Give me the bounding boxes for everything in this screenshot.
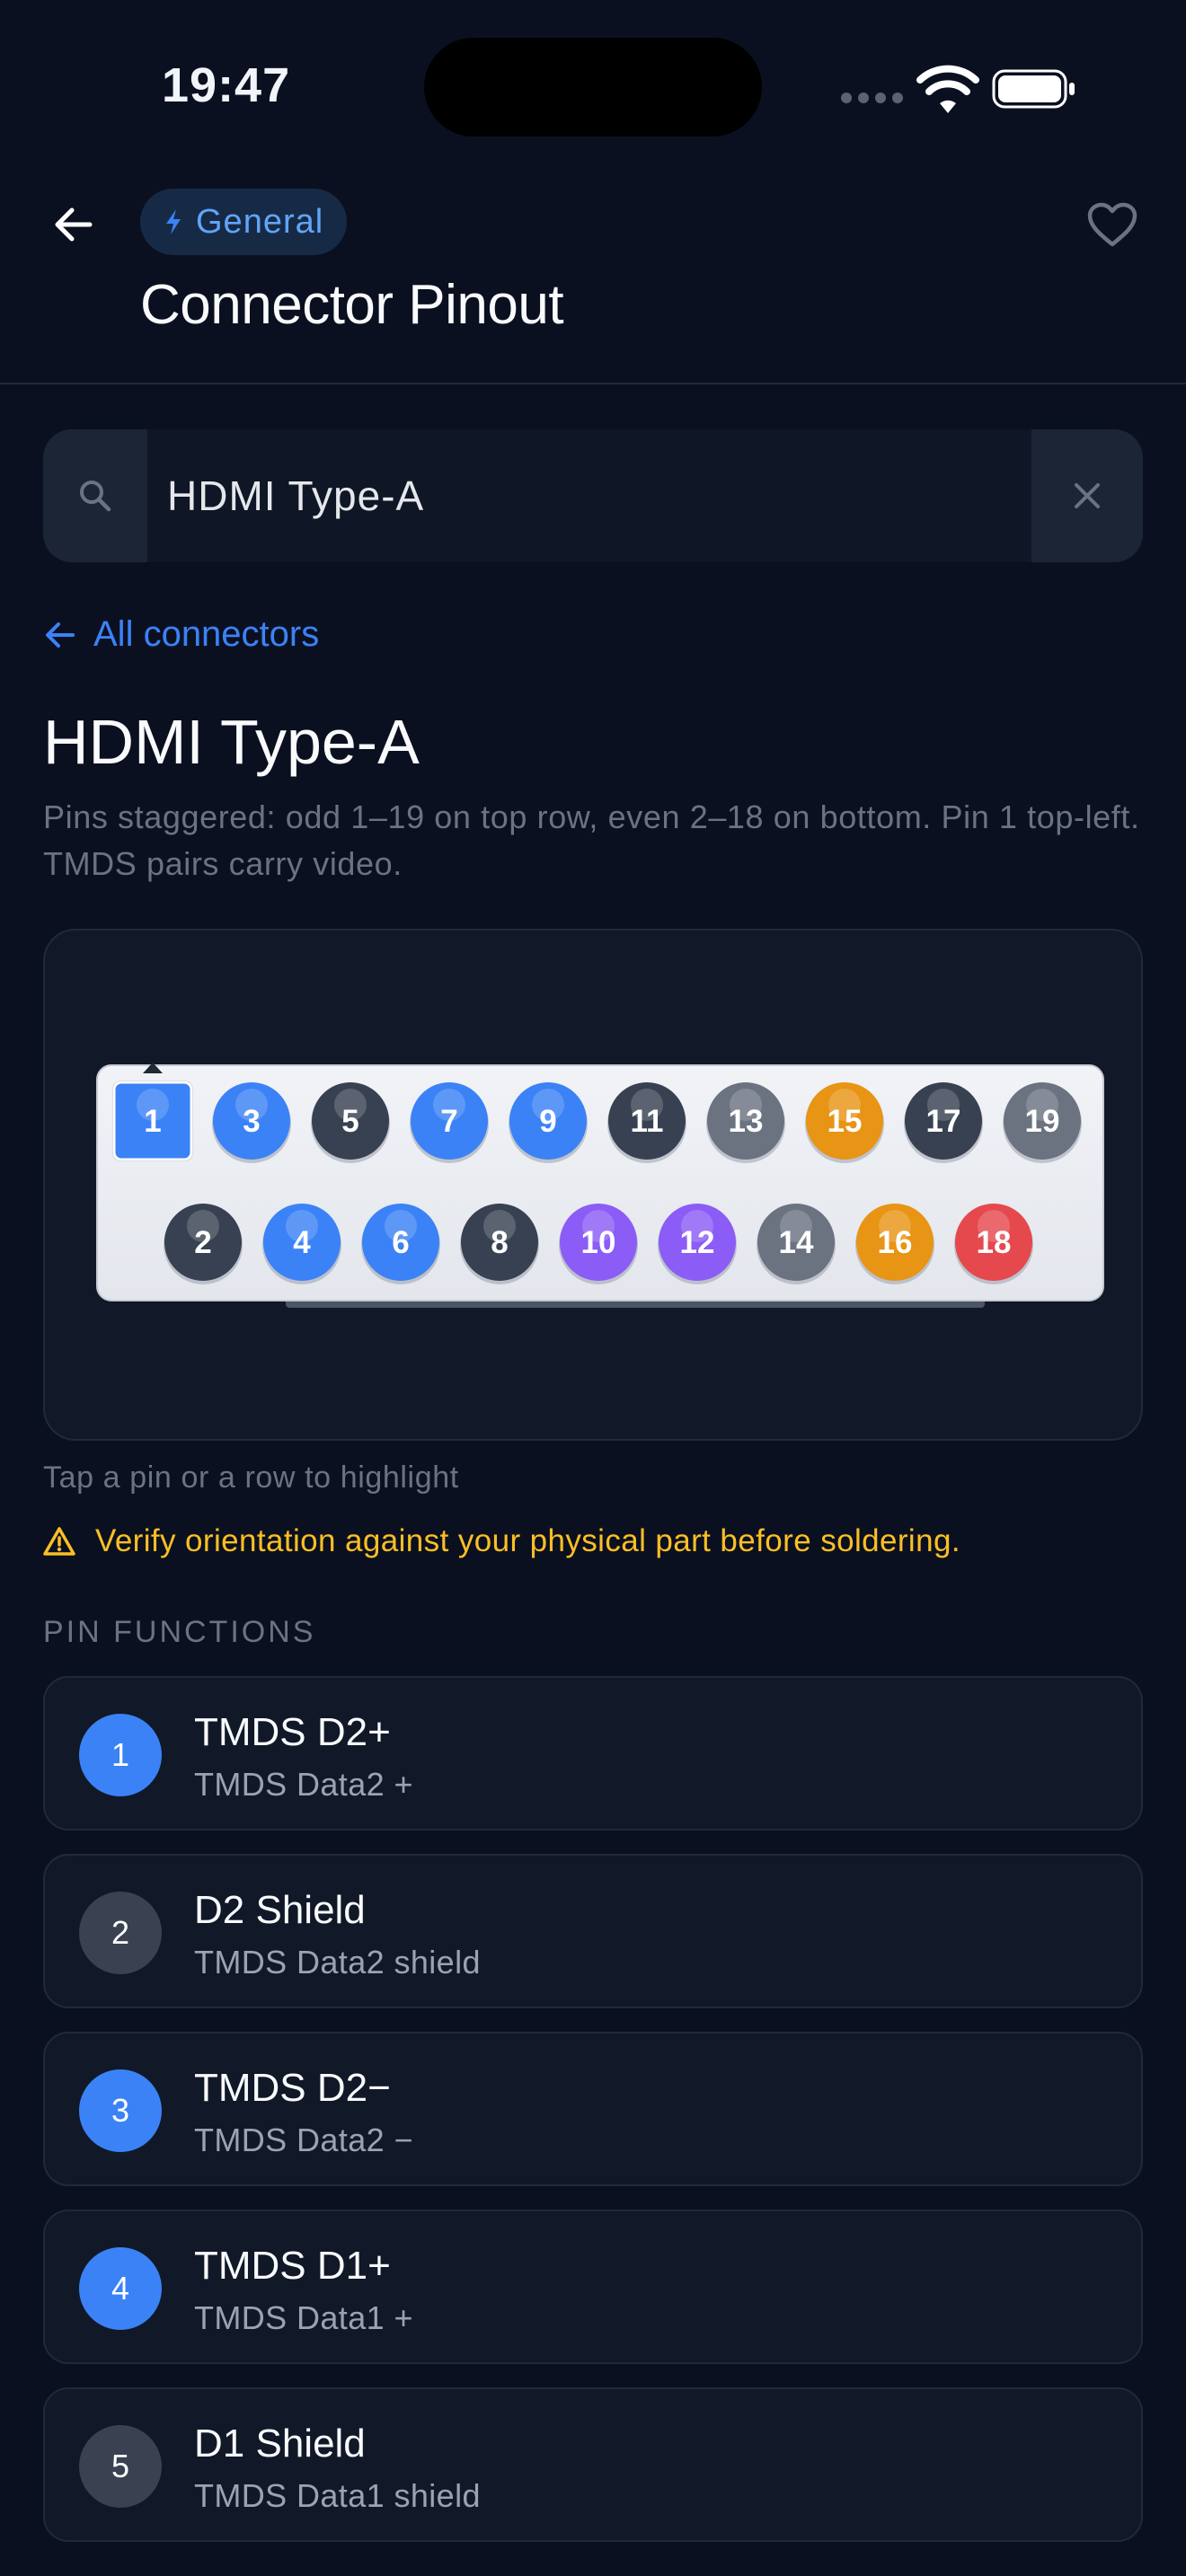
- close-icon: [1075, 483, 1100, 508]
- pin-description: TMDS Data1 +: [194, 2299, 413, 2336]
- diagram-pin-label: 16: [878, 1225, 913, 1260]
- bolt-icon: [166, 209, 181, 234]
- category-chip[interactable]: General: [140, 189, 348, 255]
- connector-title: HDMI Type-A: [43, 707, 420, 777]
- pin-number-badge: 1: [79, 1714, 162, 1796]
- pin-name: D1 Shield: [194, 2422, 366, 2466]
- clear-search-button[interactable]: [1031, 429, 1143, 562]
- pin-number-badge: 2: [79, 1892, 162, 1974]
- status-time: 19:47: [162, 58, 291, 112]
- pinout-diagram-card: 1 3 5 7 9 11 13 15 17 19 2 4 6 8 10 12 14 16 18: [43, 929, 1143, 1441]
- diagram-pin-10[interactable]: 10: [559, 1204, 638, 1284]
- arrow-left-icon: [55, 207, 93, 242]
- pin-name: TMDS D2+: [194, 1710, 391, 1754]
- pin-row-3[interactable]: 3 TMDS D2− TMDS Data2 −: [43, 2032, 1143, 2186]
- diagram-pin-label: 18: [977, 1225, 1012, 1260]
- diagram-pin-label: 14: [779, 1225, 814, 1260]
- back-button[interactable]: [45, 196, 102, 253]
- pin-name: TMDS D1+: [194, 2244, 391, 2288]
- diagram-pin-label: 15: [828, 1104, 863, 1139]
- arrow-left-icon: [46, 622, 75, 648]
- header-divider: [0, 383, 1186, 384]
- diagram-pin-5[interactable]: 5: [311, 1082, 390, 1163]
- pin-number-badge: 4: [79, 2247, 162, 2330]
- diagram-pin-8[interactable]: 8: [460, 1204, 539, 1284]
- pin-row-5[interactable]: 5 D1 Shield TMDS Data1 shield: [43, 2387, 1143, 2542]
- screen: 19:47 General Connector Pinout HDMI Type…: [0, 0, 1186, 2576]
- cellular-signal-icon: [841, 93, 903, 103]
- diagram-pin-19[interactable]: 19: [1003, 1082, 1082, 1163]
- pin-name: TMDS D2−: [194, 2066, 391, 2110]
- warning-triangle-icon: [43, 1527, 75, 1556]
- orientation-warning: Verify orientation against your physical…: [43, 1523, 960, 1559]
- pinout-diagram: 1 3 5 7 9 11 13 15 17 19 2 4 6 8 10 12 14 16 18: [96, 1063, 1104, 1308]
- search-input[interactable]: [147, 429, 1031, 562]
- heart-icon: [1087, 202, 1137, 247]
- diagram-pin-17[interactable]: 17: [904, 1082, 983, 1163]
- wifi-icon: [916, 65, 979, 113]
- warning-text: Verify orientation against your physical…: [95, 1523, 960, 1558]
- diagram-pin-7[interactable]: 7: [410, 1082, 489, 1163]
- search-bar: [43, 429, 1143, 562]
- diagram-pin-13[interactable]: 13: [706, 1082, 785, 1163]
- diagram-pin-4[interactable]: 4: [262, 1204, 341, 1284]
- search-icon: [43, 429, 147, 562]
- pin-description: TMDS Data1 shield: [194, 2477, 481, 2514]
- diagram-pin-9[interactable]: 9: [509, 1082, 588, 1163]
- diagram-pin-label: 11: [631, 1104, 664, 1139]
- diagram-pin-6[interactable]: 6: [361, 1204, 440, 1284]
- diagram-pin-label: 19: [1025, 1104, 1060, 1139]
- diagram-pin-label: 12: [680, 1225, 715, 1260]
- battery-icon: [992, 69, 1075, 109]
- favorite-button[interactable]: [1084, 196, 1141, 253]
- diagram-pin-18[interactable]: 18: [954, 1204, 1033, 1284]
- diagram-pin-label: 5: [341, 1104, 358, 1139]
- diagram-pin-label: 17: [926, 1104, 961, 1139]
- pin-description: TMDS Data2 −: [194, 2122, 413, 2158]
- pin-function-list: 1 TMDS D2+ TMDS Data2 + 2 D2 Shield TMDS Data…: [43, 1676, 1143, 2565]
- pin-row-1[interactable]: 1 TMDS D2+ TMDS Data2 +: [43, 1676, 1143, 1831]
- diagram-pin-15[interactable]: 15: [805, 1082, 884, 1163]
- diagram-pin-label: 4: [293, 1225, 311, 1260]
- all-connectors-link[interactable]: All connectors: [43, 614, 319, 655]
- bottom-pin-row[interactable]: 2 4 6 8 10 12 14 16 18: [164, 1204, 1033, 1284]
- diagram-pin-12[interactable]: 12: [658, 1204, 737, 1284]
- diagram-pin-2[interactable]: 2: [164, 1204, 243, 1284]
- page-title: Connector Pinout: [140, 274, 564, 336]
- pin-description: TMDS Data2 +: [194, 1766, 413, 1803]
- diagram-pin-label: 2: [194, 1225, 211, 1260]
- section-label: PIN FUNCTIONS: [43, 1615, 316, 1649]
- diagram-pin-label: 9: [539, 1104, 556, 1139]
- diagram-pin-16[interactable]: 16: [855, 1204, 934, 1284]
- connector-description: Pins staggered: odd 1–19 on top row, eve…: [43, 798, 1140, 882]
- diagram-pin-11[interactable]: 11: [607, 1082, 686, 1163]
- diagram-pin-label: 3: [243, 1104, 260, 1139]
- diagram-pin-label: 7: [440, 1104, 457, 1139]
- diagram-pin-label: 6: [392, 1225, 409, 1260]
- diagram-pin-14[interactable]: 14: [757, 1204, 836, 1284]
- pin-number-badge: 5: [79, 2425, 162, 2508]
- diagram-pin-3[interactable]: 3: [212, 1082, 291, 1163]
- diagram-pin-label: 13: [729, 1104, 764, 1139]
- pin-row-4[interactable]: 4 TMDS D1+ TMDS Data1 +: [43, 2210, 1143, 2364]
- diagram-hint: Tap a pin or a row to highlight: [43, 1460, 459, 1495]
- pin-number-badge: 3: [79, 2069, 162, 2152]
- all-connectors-label: All connectors: [93, 614, 320, 654]
- pin-row-2[interactable]: 2 D2 Shield TMDS Data2 shield: [43, 1854, 1143, 2008]
- diagram-pin-label: 10: [581, 1225, 616, 1260]
- dynamic-island: [424, 38, 762, 137]
- diagram-pin-label: 8: [491, 1225, 508, 1260]
- pin-description: TMDS Data2 shield: [194, 1944, 481, 1981]
- pin-name: D2 Shield: [194, 1888, 366, 1932]
- category-label: General: [196, 202, 324, 241]
- diagram-pin-label: 1: [144, 1104, 161, 1139]
